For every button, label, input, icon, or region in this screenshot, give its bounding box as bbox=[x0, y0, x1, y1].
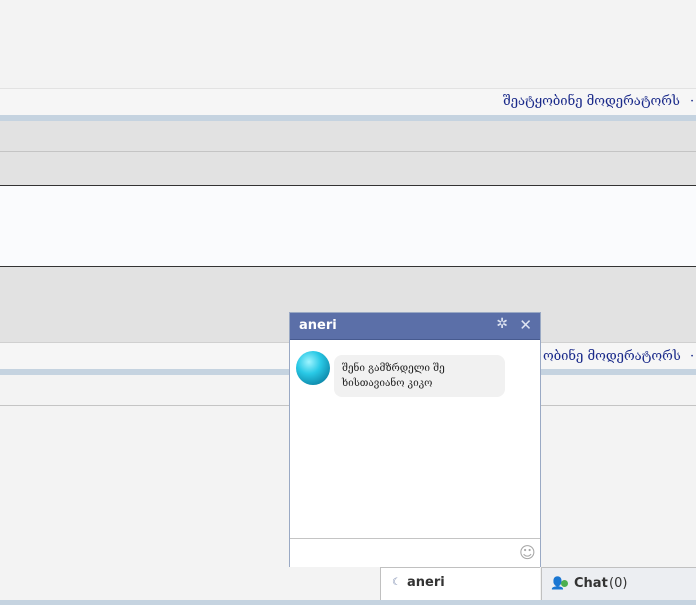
smiley-icon[interactable]: ☺ bbox=[519, 543, 536, 562]
chat-tab-name: aneri bbox=[407, 575, 445, 590]
post-header-bar bbox=[0, 121, 696, 152]
chat-count: (0) bbox=[609, 576, 628, 591]
report-moderator-link[interactable]: შეატყობინე მოდერატორს bbox=[503, 94, 680, 109]
post-body bbox=[0, 186, 696, 267]
chat-window: aneri ✲ ✕ შენი გამზრდელი შე ხისთავიანო კ… bbox=[289, 312, 541, 567]
dot-separator: · bbox=[690, 94, 695, 109]
post-subheader-bar bbox=[0, 152, 696, 186]
bottom-edge bbox=[0, 600, 696, 605]
dot-separator-2: · bbox=[690, 349, 695, 364]
idle-moon-icon: ☾ bbox=[392, 577, 401, 588]
chat-message: შენი გამზრდელი შე ხისთავიანო კიკო bbox=[334, 355, 505, 397]
chat-window-title: aneri bbox=[299, 318, 337, 333]
chat-window-header[interactable]: aneri ✲ ✕ bbox=[290, 313, 540, 340]
online-indicator-icon bbox=[561, 580, 568, 587]
chat-button[interactable]: 👤 Chat (0) bbox=[541, 567, 696, 600]
gear-icon[interactable]: ✲ bbox=[496, 316, 508, 332]
chat-input[interactable] bbox=[290, 538, 540, 567]
page-top-area bbox=[0, 0, 696, 88]
report-moderator-link-2[interactable]: ობინე მოდერატორს bbox=[543, 349, 681, 364]
chat-button-label: Chat bbox=[574, 576, 608, 591]
chat-bar-empty bbox=[0, 568, 380, 600]
chat-tab[interactable]: ☾ aneri bbox=[380, 567, 540, 600]
avatar bbox=[296, 351, 330, 385]
close-icon[interactable]: ✕ bbox=[519, 316, 532, 334]
